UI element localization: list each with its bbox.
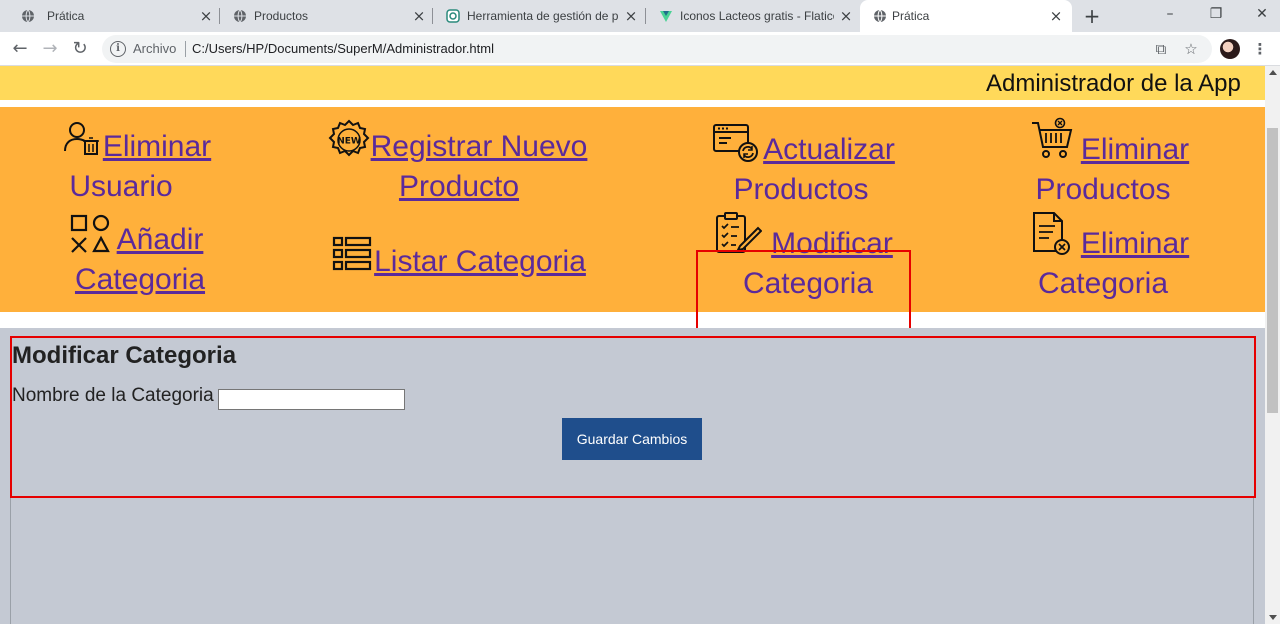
shopping-cart-icon (1030, 117, 1076, 174)
tab-productos[interactable]: Productos × (220, 0, 433, 32)
panel-border-right (1253, 498, 1254, 624)
list-icon (332, 236, 372, 283)
page-scrollbar[interactable] (1265, 66, 1280, 624)
close-tab-icon[interactable]: × (623, 8, 639, 24)
menu-label: Usuario (69, 170, 173, 203)
document-delete-icon (1030, 211, 1074, 268)
menu-link-registrar-producto[interactable]: NEW Registrar Nuevo Producto (326, 119, 592, 207)
menu-label: Productos (733, 173, 869, 206)
menu-link-eliminar-productos[interactable]: Eliminar Productos (1030, 117, 1196, 210)
menu-label: Producto (398, 170, 520, 203)
menu-link-eliminar-usuario[interactable]: Eliminar Usuario (60, 122, 220, 207)
form-title: Modificar Categoria (12, 342, 237, 369)
url-text[interactable]: C:/Users/HP/Documents/SuperM/Administrad… (192, 41, 494, 56)
menu-link-actualizar-productos[interactable]: Actualizar Productos (712, 124, 902, 210)
new-tab-button[interactable]: + (1082, 6, 1102, 26)
form-panel: Modificar Categoria Nombre de la Categor… (0, 328, 1265, 624)
close-tab-icon[interactable]: × (838, 8, 854, 24)
shapes-icon (70, 214, 110, 265)
close-tab-icon[interactable]: × (411, 8, 427, 24)
globe-icon (872, 8, 888, 24)
restore-button[interactable]: ❐ (1206, 4, 1226, 24)
scroll-up-icon[interactable] (1269, 70, 1277, 75)
profile-avatar[interactable] (1220, 39, 1240, 59)
menu-label: Productos (1035, 173, 1171, 206)
scheme-label: Archivo (133, 41, 177, 56)
translate-icon[interactable]: ⧉ (1151, 39, 1171, 59)
new-badge-icon: NEW (328, 119, 370, 172)
globe-icon (232, 8, 248, 24)
menu-label: Categoria (74, 263, 206, 296)
tab-strip: Prática × Productos × Herramienta de ges… (0, 0, 1280, 32)
user-delete-icon (63, 120, 101, 169)
browser-toolbar: ← → ↻ i Archivo C:/Users/HP/Documents/Su… (0, 32, 1280, 66)
minimize-button[interactable]: – (1160, 4, 1180, 24)
menu-label: Eliminar (1080, 133, 1190, 166)
app-icon (445, 8, 461, 24)
menu-label: Eliminar (1080, 227, 1190, 260)
tab-title: Iconos Lacteos gratis - Flaticon (680, 9, 834, 23)
close-tab-icon[interactable]: × (1048, 8, 1064, 24)
menu-label: Añadir (116, 223, 204, 256)
menu-label: Eliminar (102, 130, 212, 163)
panel-border-left (10, 498, 11, 624)
menu-link-eliminar-categoria[interactable]: Eliminar Categoria (1030, 212, 1196, 304)
menu-label: Registrar Nuevo (370, 130, 588, 163)
svg-text:NEW: NEW (337, 137, 361, 147)
forward-button[interactable]: → (40, 39, 60, 59)
scroll-down-icon[interactable] (1269, 615, 1277, 620)
flaticon-icon (658, 8, 674, 24)
scrollbar-thumb[interactable] (1267, 128, 1278, 413)
close-window-button[interactable]: ✕ (1252, 4, 1272, 24)
save-changes-button[interactable]: Guardar Cambios (562, 418, 702, 460)
info-icon[interactable]: i (110, 41, 126, 57)
star-icon[interactable]: ☆ (1181, 39, 1201, 59)
menu-label: Listar Categoria (374, 245, 586, 278)
menu-label: Categoria (1037, 267, 1169, 300)
admin-menu: Eliminar Usuario NEW Registrar Nuevo Pro… (0, 107, 1265, 350)
category-name-input[interactable] (218, 389, 405, 410)
category-name-label: Nombre de la Categoria (12, 385, 214, 406)
globe-icon (20, 8, 36, 24)
page-title: Administrador de la App (986, 70, 1241, 97)
page-viewport: Administrador de la App Eliminar Usuario… (0, 66, 1265, 624)
menu-dots-icon[interactable]: ⋮ (1250, 39, 1270, 59)
tab-pratica-active[interactable]: Prática × (860, 0, 1072, 32)
menu-link-listar-categoria[interactable]: Listar Categoria (330, 236, 590, 282)
tab-title: Prática (47, 9, 85, 23)
back-button[interactable]: ← (10, 39, 30, 59)
reload-button[interactable]: ↻ (70, 39, 90, 59)
tab-title: Productos (254, 9, 309, 23)
tab-title: Herramienta de gestión de pru (467, 9, 619, 23)
address-bar[interactable]: i Archivo C:/Users/HP/Documents/SuperM/A… (102, 35, 1212, 63)
omnibox-divider (185, 41, 186, 57)
tab-herramienta[interactable]: Herramienta de gestión de pru × (433, 0, 646, 32)
menu-label: Actualizar (763, 133, 895, 166)
tab-title: Prática (892, 9, 930, 23)
menu-link-anadir-categoria[interactable]: Añadir Categoria (70, 214, 210, 300)
tab-pratica-1[interactable]: Prática × (8, 0, 220, 32)
close-tab-icon[interactable]: × (198, 8, 214, 24)
update-window-icon (712, 122, 760, 175)
tab-flaticon[interactable]: Iconos Lacteos gratis - Flaticon × (646, 0, 860, 32)
app-header: Administrador de la App (0, 66, 1265, 100)
